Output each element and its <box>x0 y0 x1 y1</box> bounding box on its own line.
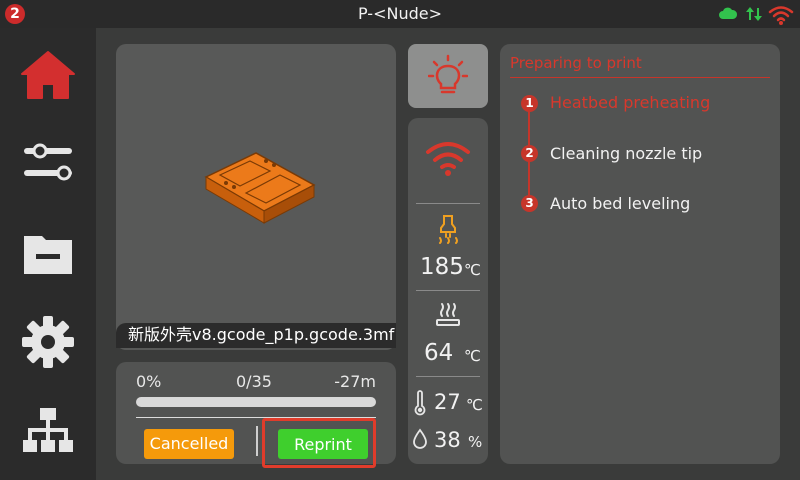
bed-temp: 64 <box>424 340 454 366</box>
sensor-divider <box>416 290 480 291</box>
nozzle-temp-unit: ℃ <box>464 261 481 279</box>
print-steps-panel: Preparing to print 1 Heatbed preheating … <box>500 44 780 464</box>
network-icon <box>23 408 73 452</box>
step-number: 1 <box>521 95 538 112</box>
step-number: 2 <box>521 145 538 162</box>
sensor-divider <box>416 376 480 377</box>
progress-layers: 0/35 <box>236 372 272 391</box>
chamber-temp: 27 <box>434 390 461 414</box>
nozzle-temp: 185 <box>420 254 464 280</box>
status-bar: 2 P-<Nude> <box>0 0 800 28</box>
sidebar <box>0 28 96 480</box>
light-bulb-icon <box>428 54 468 94</box>
cancelled-status: Cancelled <box>144 429 234 459</box>
reprint-button[interactable]: Reprint <box>278 429 368 459</box>
sliders-icon <box>24 143 72 181</box>
file-name-text: 新版外壳v8.gcode_p1p.gcode.3mf <box>116 323 396 348</box>
step-number: 3 <box>521 195 538 212</box>
humidity-value: 38 <box>434 428 461 452</box>
sensor-panel: 185 ℃ 64 ℃ 27 ℃ 38 % <box>408 118 488 464</box>
chamber-temp-unit: ℃ <box>466 396 483 414</box>
progress-remaining: -27m <box>334 372 376 391</box>
humidity-unit: % <box>468 433 483 451</box>
button-divider <box>256 426 258 456</box>
wifi-signal-icon <box>426 142 470 176</box>
model-thumbnail <box>204 152 316 224</box>
sidebar-item-network[interactable] <box>18 402 78 462</box>
step-label: Heatbed preheating <box>550 93 711 112</box>
bed-temp-unit: ℃ <box>464 347 481 365</box>
step-label: Auto bed leveling <box>550 194 691 213</box>
printer-name: P-<Nude> <box>358 4 442 23</box>
home-icon <box>21 51 75 99</box>
thermometer-icon <box>414 390 426 416</box>
wifi-icon <box>768 6 794 25</box>
file-name: 新版外壳v8.gcode_p1p.gcode.3mf <box>116 320 396 350</box>
sidebar-item-controls[interactable] <box>18 132 78 192</box>
light-toggle-button[interactable] <box>408 44 488 108</box>
steps-title: Preparing to print <box>510 54 642 72</box>
folder-icon <box>24 236 72 274</box>
model-preview: 新版外壳v8.gcode_p1p.gcode.3mf <box>116 44 396 350</box>
progress-panel: 0% 0/35 -27m Cancelled Reprint <box>116 362 396 468</box>
steps-title-rule <box>510 77 770 78</box>
progress-percent: 0% <box>136 372 162 391</box>
cloud-icon <box>719 7 738 19</box>
sidebar-item-settings[interactable] <box>18 312 78 372</box>
humidity-icon <box>413 428 427 449</box>
step-label: Cleaning nozzle tip <box>550 144 703 163</box>
nozzle-icon <box>439 215 458 244</box>
heatbed-icon <box>436 303 460 326</box>
sidebar-item-files[interactable] <box>18 222 78 282</box>
sidebar-item-home[interactable] <box>18 46 78 106</box>
sensor-divider <box>416 203 480 204</box>
gear-icon <box>22 316 74 368</box>
progress-bar <box>136 397 376 407</box>
transfer-icon <box>746 7 762 21</box>
